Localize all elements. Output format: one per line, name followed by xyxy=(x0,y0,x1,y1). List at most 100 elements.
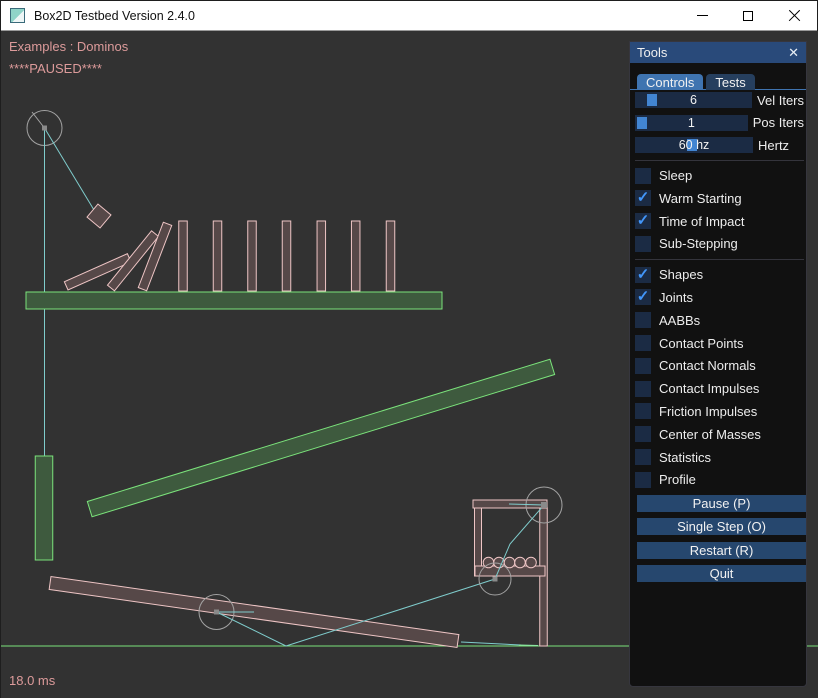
checkbox-box xyxy=(635,213,651,229)
checkbox-joints[interactable]: Joints xyxy=(635,289,804,305)
paused-label: ****PAUSED**** xyxy=(9,61,102,76)
slider-row: 60 hz Hertz xyxy=(635,137,804,153)
slider-value: 60 hz xyxy=(635,137,753,153)
checkbox-label: Sleep xyxy=(659,168,692,183)
slider-row: 1 Pos Iters xyxy=(635,115,804,131)
checkbox-contact-points[interactable]: Contact Points xyxy=(635,335,804,351)
slider-label: Vel Iters xyxy=(757,93,804,108)
checkbox-box xyxy=(635,449,651,465)
checkbox-box xyxy=(635,289,651,305)
body-origin-marker xyxy=(493,577,498,582)
checkbox-box xyxy=(635,403,651,419)
checkbox-box xyxy=(635,236,651,252)
inclined-plank xyxy=(87,359,554,517)
tools-panel-title: Tools xyxy=(637,45,667,60)
checkbox-sub-stepping[interactable]: Sub-Stepping xyxy=(635,236,804,252)
domino[interactable] xyxy=(317,221,326,291)
pendulum-joint xyxy=(45,128,95,210)
checkbox-time-of-impact[interactable]: Time of Impact xyxy=(635,213,804,229)
checkbox-label: Time of Impact xyxy=(659,214,744,229)
scene-area: Examples : Dominos ****PAUSED**** 18.0 m… xyxy=(1,31,818,698)
tab-bar: Controls Tests xyxy=(630,73,806,90)
checkbox-box xyxy=(635,312,651,328)
pendulum-box[interactable] xyxy=(87,204,111,228)
frame-right-post[interactable] xyxy=(540,508,548,646)
fallen-domino[interactable] xyxy=(138,222,171,291)
frame-time-label: 18.0 ms xyxy=(9,673,55,688)
ball[interactable] xyxy=(494,557,505,568)
domino[interactable] xyxy=(179,221,188,291)
body-origin-marker xyxy=(541,502,547,508)
hertz-slider[interactable]: 60 hz xyxy=(635,137,753,153)
checkbox-box xyxy=(635,168,651,184)
checkbox-box xyxy=(635,426,651,442)
maximize-icon xyxy=(743,11,753,21)
domino[interactable] xyxy=(282,221,291,291)
checkbox-friction-impulses[interactable]: Friction Impulses xyxy=(635,403,804,419)
body-origin-marker xyxy=(42,126,47,131)
checkbox-profile[interactable]: Profile xyxy=(635,472,804,488)
domino[interactable] xyxy=(248,221,257,291)
tab-tests[interactable]: Tests xyxy=(706,74,754,90)
separator xyxy=(635,259,804,260)
checkbox-label: Contact Impulses xyxy=(659,381,759,396)
ball[interactable] xyxy=(515,557,526,568)
slider-value: 6 xyxy=(635,92,752,108)
pos-iters-slider[interactable]: 1 xyxy=(635,115,748,131)
restart-button[interactable]: Restart (R) xyxy=(637,542,806,559)
checkbox-box xyxy=(635,358,651,374)
checkbox-shapes[interactable]: Shapes xyxy=(635,267,804,283)
slider-label: Pos Iters xyxy=(753,115,804,130)
checkbox-contact-impulses[interactable]: Contact Impulses xyxy=(635,381,804,397)
window-controls xyxy=(679,1,817,30)
quit-button[interactable]: Quit xyxy=(637,565,806,582)
ball[interactable] xyxy=(526,557,537,568)
window-titlebar[interactable]: Box2D Testbed Version 2.4.0 xyxy=(1,1,817,31)
tools-panel-titlebar[interactable]: Tools ✕ xyxy=(630,42,806,63)
minimize-icon xyxy=(697,15,708,16)
checkbox-label: Contact Points xyxy=(659,336,744,351)
checkbox-label: Sub-Stepping xyxy=(659,236,738,251)
checkbox-contact-normals[interactable]: Contact Normals xyxy=(635,358,804,374)
platform-shelf xyxy=(26,292,442,309)
app-icon xyxy=(10,8,25,23)
example-label: Examples : Dominos xyxy=(9,39,128,54)
checkbox-label: Profile xyxy=(659,472,696,487)
pause-button[interactable]: Pause (P) xyxy=(637,495,806,512)
checkbox-label: Joints xyxy=(659,290,693,305)
body-origin-marker xyxy=(214,610,219,615)
checkbox-warm-starting[interactable]: Warm Starting xyxy=(635,190,804,206)
tools-content: 6 Vel Iters 1 Pos Iters 60 hz Hertz xyxy=(635,92,804,589)
close-button[interactable] xyxy=(771,1,817,30)
checkbox-label: Center of Masses xyxy=(659,427,761,442)
ball[interactable] xyxy=(504,557,515,568)
vel-iters-slider[interactable]: 6 xyxy=(635,92,752,108)
checkbox-label: Shapes xyxy=(659,267,703,282)
single-step-button[interactable]: Single Step (O) xyxy=(637,518,806,535)
checkbox-center-of-masses[interactable]: Center of Masses xyxy=(635,426,804,442)
tools-panel: Tools ✕ Controls Tests 6 Vel Iters 1 Pos… xyxy=(629,41,807,687)
checkbox-label: Warm Starting xyxy=(659,191,742,206)
tab-controls[interactable]: Controls xyxy=(637,74,703,90)
minimize-button[interactable] xyxy=(679,1,725,30)
maximize-button[interactable] xyxy=(725,1,771,30)
checkbox-label: AABBs xyxy=(659,313,700,328)
joint-line xyxy=(461,642,521,645)
tools-close-icon[interactable]: ✕ xyxy=(788,42,799,63)
checkbox-label: Statistics xyxy=(659,450,711,465)
domino[interactable] xyxy=(386,221,395,291)
checkbox-box xyxy=(635,472,651,488)
checkbox-aabbs[interactable]: AABBs xyxy=(635,312,804,328)
checkbox-box xyxy=(635,381,651,397)
close-icon xyxy=(788,9,801,22)
checkbox-label: Friction Impulses xyxy=(659,404,757,419)
checkbox-box xyxy=(635,267,651,283)
domino[interactable] xyxy=(351,221,360,291)
checkbox-sleep[interactable]: Sleep xyxy=(635,168,804,184)
checkbox-label: Contact Normals xyxy=(659,358,756,373)
domino[interactable] xyxy=(213,221,222,291)
checkbox-statistics[interactable]: Statistics xyxy=(635,449,804,465)
slider-row: 6 Vel Iters xyxy=(635,92,804,108)
slider-label: Hertz xyxy=(758,138,789,153)
contact-line xyxy=(519,645,538,646)
